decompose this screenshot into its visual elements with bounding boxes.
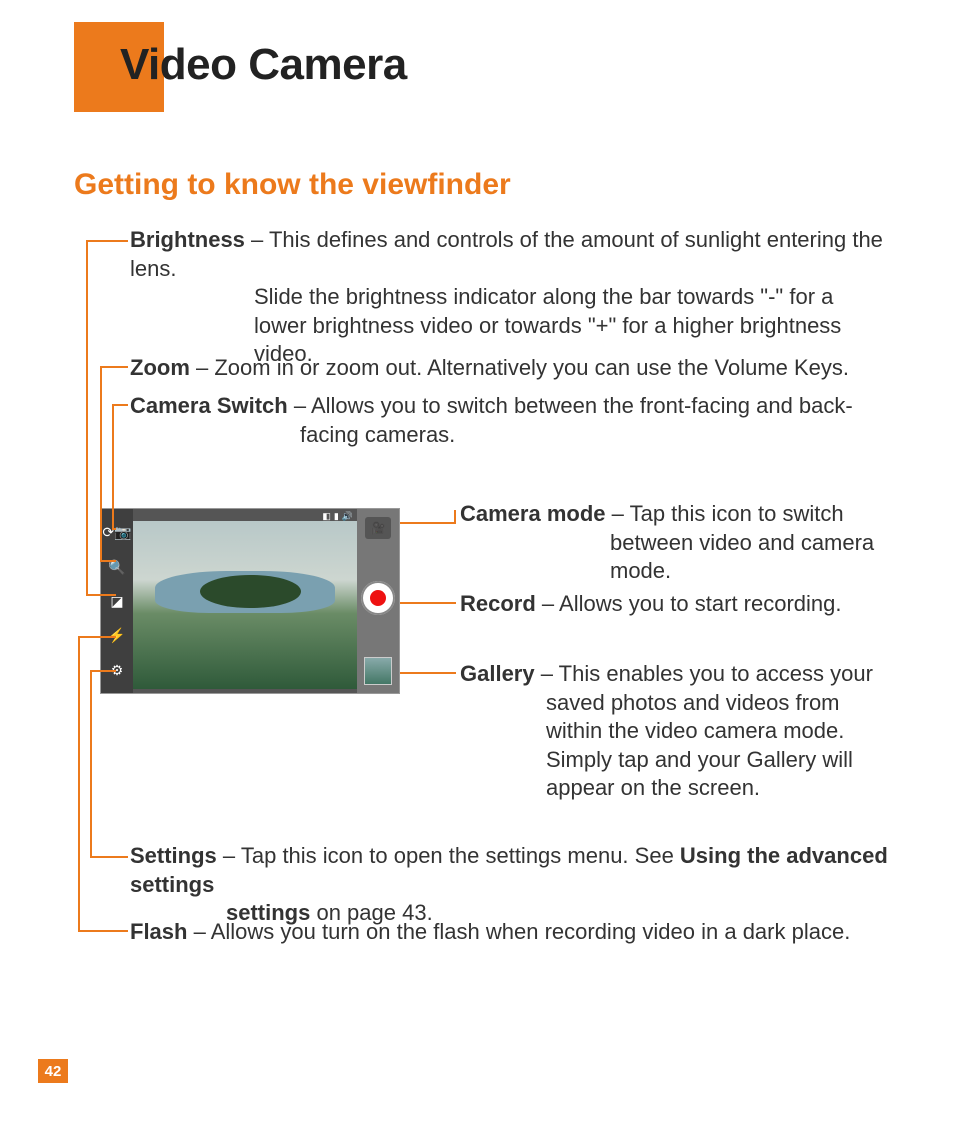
connector-line — [112, 404, 128, 406]
callout-label: Settings — [130, 843, 217, 868]
callout-text: – Allows you turn on the flash when reco… — [187, 919, 850, 944]
record-button[interactable] — [361, 581, 395, 615]
viewfinder-right-toolbar: 🎥 — [357, 509, 399, 693]
connector-line — [90, 670, 92, 856]
callout-label: Flash — [130, 919, 187, 944]
brightness-icon[interactable]: ◪ — [110, 594, 123, 608]
callout-gallery: Gallery – This enables you to access you… — [460, 660, 890, 803]
callout-label: Camera mode — [460, 501, 606, 526]
connector-line — [78, 636, 80, 930]
connector-line — [400, 522, 456, 524]
callout-camera-mode: Camera mode – Tap this icon to switch be… — [460, 500, 890, 586]
page-title: Video Camera — [120, 40, 407, 90]
callout-label: Gallery — [460, 661, 535, 686]
callout-zoom: Zoom – Zoom in or zoom out. Alternativel… — [130, 354, 900, 383]
callout-text: – Zoom in or zoom out. Alternatively you… — [190, 355, 849, 380]
connector-line — [78, 930, 128, 932]
viewfinder-left-toolbar: ⟳📷 🔍 ◪ ⚡ ⚙ — [101, 509, 133, 693]
connector-line — [90, 856, 128, 858]
connector-line — [100, 366, 102, 560]
callout-text: – Tap this icon to open the settings men… — [217, 843, 680, 868]
connector-line — [400, 672, 456, 674]
connector-line — [86, 240, 88, 594]
connector-line — [400, 602, 456, 604]
connector-line — [100, 560, 116, 562]
viewfinder-live-image — [133, 521, 357, 689]
connector-line — [78, 636, 116, 638]
gallery-icon[interactable] — [364, 657, 392, 685]
connector-line — [100, 366, 128, 368]
connector-line — [112, 404, 114, 528]
callout-record: Record – Allows you to start recording. — [460, 590, 890, 619]
connector-line — [90, 670, 116, 672]
callout-brightness: Brightness – This defines and controls o… — [130, 226, 890, 369]
callout-flash: Flash – Allows you turn on the flash whe… — [130, 918, 900, 947]
callout-text: – Allows you to start recording. — [536, 591, 842, 616]
callout-label: Zoom — [130, 355, 190, 380]
page-number: 42 — [38, 1059, 68, 1083]
callout-settings: Settings – Tap this icon to open the set… — [130, 842, 900, 928]
record-icon — [370, 590, 386, 606]
connector-line — [454, 510, 456, 522]
connector-line — [86, 240, 128, 242]
camera-switch-icon[interactable]: ⟳📷 — [102, 525, 131, 539]
callout-label: Record — [460, 591, 536, 616]
callout-label: Camera Switch — [130, 393, 288, 418]
viewfinder-preview: ◧▮🔊 ⟳📷 🔍 ◪ ⚡ ⚙ 🎥 — [100, 508, 400, 694]
section-heading: Getting to know the viewfinder — [74, 168, 511, 202]
callout-text: – Allows you to switch between the front… — [288, 393, 853, 418]
status-bar-icons: ◧▮🔊 — [322, 511, 353, 522]
callout-label: Brightness — [130, 227, 245, 252]
camera-mode-icon[interactable]: 🎥 — [365, 517, 391, 539]
connector-line — [112, 528, 116, 530]
connector-line — [86, 594, 116, 596]
callout-camera-switch: Camera Switch – Allows you to switch bet… — [130, 392, 900, 449]
